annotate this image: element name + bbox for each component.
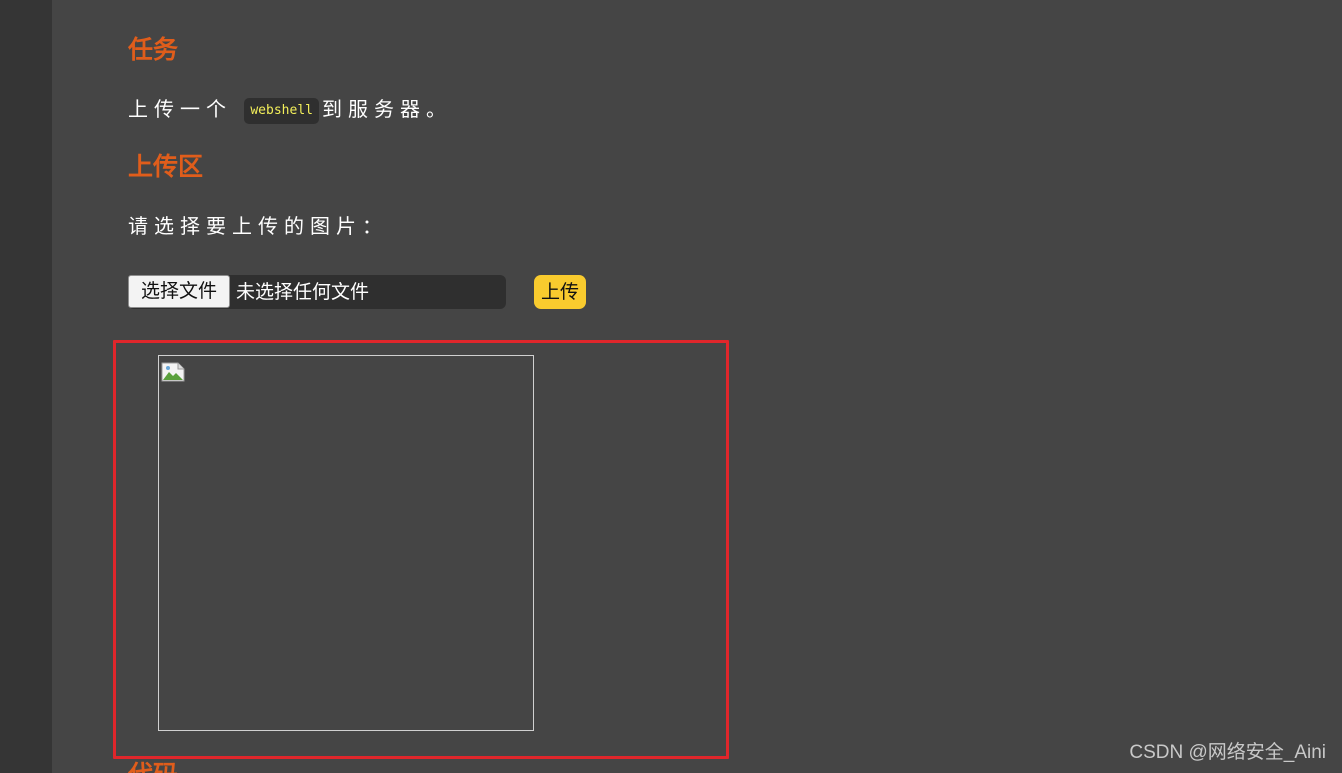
code-heading: 代码: [128, 760, 178, 773]
upload-submit-button[interactable]: 上传: [534, 275, 586, 309]
task-description: 上传一个 webshell 到服务器。: [128, 94, 452, 124]
task-text-after: 到服务器。: [321, 97, 452, 121]
image-preview: [158, 355, 534, 731]
file-input[interactable]: 选择文件 未选择任何文件: [128, 275, 506, 309]
csdn-watermark: CSDN @网络安全_Aini: [1129, 742, 1326, 763]
webshell-code-chip: webshell: [244, 98, 319, 124]
upload-prompt: 请选择要上传的图片：: [128, 214, 388, 238]
upload-heading: 上传区: [128, 152, 204, 181]
left-sidebar-strip: [0, 0, 52, 773]
task-text-before: 上传一个: [128, 97, 232, 121]
task-heading: 任务: [128, 35, 179, 64]
page: 任务 上传一个 webshell 到服务器。 上传区 请选择要上传的图片： 选择文…: [0, 0, 1342, 773]
broken-image-icon: [161, 362, 185, 382]
upload-form: 选择文件 未选择任何文件 上传: [128, 275, 598, 309]
no-file-chosen-text: 未选择任何文件: [236, 281, 370, 303]
choose-file-button[interactable]: 选择文件: [128, 275, 230, 308]
